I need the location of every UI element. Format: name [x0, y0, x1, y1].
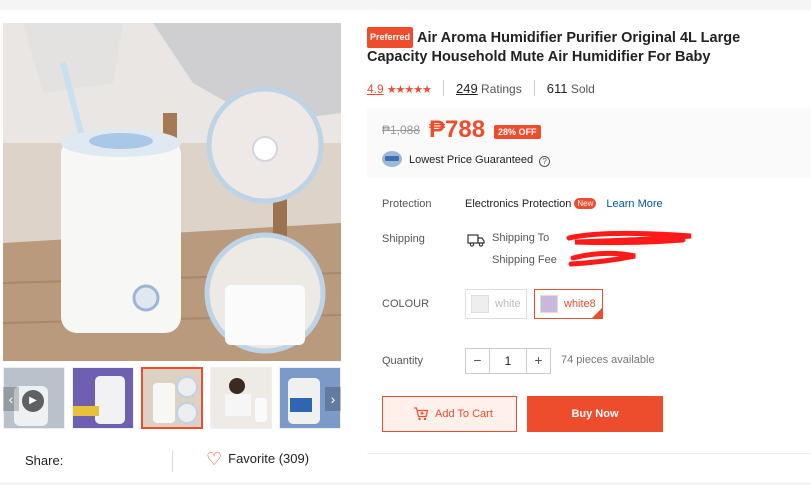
quantity-decrease-button[interactable]: −: [466, 349, 490, 373]
thumbnail-item-selected[interactable]: [141, 367, 203, 429]
shipping-to-label[interactable]: Shipping To: [492, 232, 549, 244]
favorite-label: Favorite (309): [228, 451, 310, 466]
cart-icon: [414, 407, 429, 421]
divider: [367, 453, 811, 454]
selected-check-icon: [592, 308, 602, 318]
redaction-scribble: [566, 230, 692, 267]
colour-label: COLOUR: [382, 298, 430, 310]
truck-icon: [467, 234, 485, 247]
protection-label: Protection: [382, 198, 432, 210]
shipping-fee-label[interactable]: Shipping Fee: [492, 254, 557, 266]
product-title: Preferred Air Aroma Humidifier Purifier O…: [367, 27, 799, 67]
thumbnail-item[interactable]: [72, 367, 134, 429]
guarantee-label: Lowest Price Guaranteed: [409, 154, 534, 166]
quantity-increase-button[interactable]: +: [526, 349, 550, 373]
product-card: ▶ ‹ › Share: ♡ Favorite (309) Preferred …: [0, 10, 811, 482]
add-to-cart-label: Add To Cart: [435, 408, 493, 420]
colour-swatch: [471, 295, 489, 313]
protection-text: Electronics Protection: [465, 198, 572, 210]
play-icon: ▶: [22, 390, 44, 412]
current-price: ₱788: [429, 116, 486, 143]
divider: [533, 80, 535, 96]
share-row: Share: ♡ Favorite (309): [0, 442, 341, 482]
thumbnail-strip: ▶ ‹ ›: [3, 367, 341, 431]
quantity-stepper: − 1 +: [465, 348, 551, 374]
colour-option-white8[interactable]: white8: [534, 289, 603, 319]
guarantee-shield-icon: [382, 151, 402, 167]
ratings-count[interactable]: 249: [456, 81, 478, 96]
divider: [443, 80, 444, 96]
shipping-label: Shipping: [382, 233, 425, 245]
colour-option-white[interactable]: white: [465, 289, 527, 319]
share-label: Share:: [25, 453, 64, 468]
protection-value: Electronics Protection New Learn More: [465, 198, 663, 210]
lowest-price-guarantee[interactable]: Lowest Price Guaranteed?: [382, 151, 551, 167]
sold-count: 611: [546, 81, 568, 96]
price-box: ₱1,088 ₱788 28% OFF Lowest Price Guarant…: [367, 108, 811, 178]
stock-available: 74 pieces available: [561, 354, 655, 366]
ratings-label: Ratings: [481, 82, 522, 96]
rating-score[interactable]: 4.9: [367, 82, 384, 96]
colour-swatch: [540, 295, 558, 313]
sold-label: Sold: [570, 82, 595, 96]
star-rating-icon: ★★★★★: [386, 84, 432, 96]
new-badge: New: [574, 198, 597, 209]
add-to-cart-button[interactable]: Add To Cart: [382, 396, 517, 432]
thumbnail-item[interactable]: [210, 367, 272, 429]
product-page: ▶ ‹ › Share: ♡ Favorite (309) Preferred …: [0, 0, 811, 485]
product-title-text: Air Aroma Humidifier Purifier Original 4…: [367, 30, 741, 65]
product-main-image[interactable]: [3, 23, 341, 361]
favorite-button[interactable]: ♡ Favorite (309): [206, 449, 310, 469]
buy-now-button[interactable]: Buy Now: [527, 396, 663, 432]
divider: [172, 450, 173, 472]
quantity-label: Quantity: [382, 355, 423, 367]
discount-badge: 28% OFF: [494, 125, 541, 139]
rating-row: 4.9 ★★★★★ 249 Ratings 611 Sold: [367, 80, 595, 96]
thumbnail-next-button[interactable]: ›: [325, 387, 341, 411]
heart-icon: ♡: [206, 449, 223, 469]
colour-option-label: white: [495, 298, 521, 310]
preferred-badge: Preferred: [367, 27, 414, 48]
learn-more-link[interactable]: Learn More: [606, 198, 662, 210]
help-icon[interactable]: ?: [539, 156, 551, 167]
original-price: ₱1,088: [382, 123, 421, 137]
quantity-input[interactable]: 1: [490, 349, 526, 373]
thumbnail-prev-button[interactable]: ‹: [3, 387, 19, 411]
